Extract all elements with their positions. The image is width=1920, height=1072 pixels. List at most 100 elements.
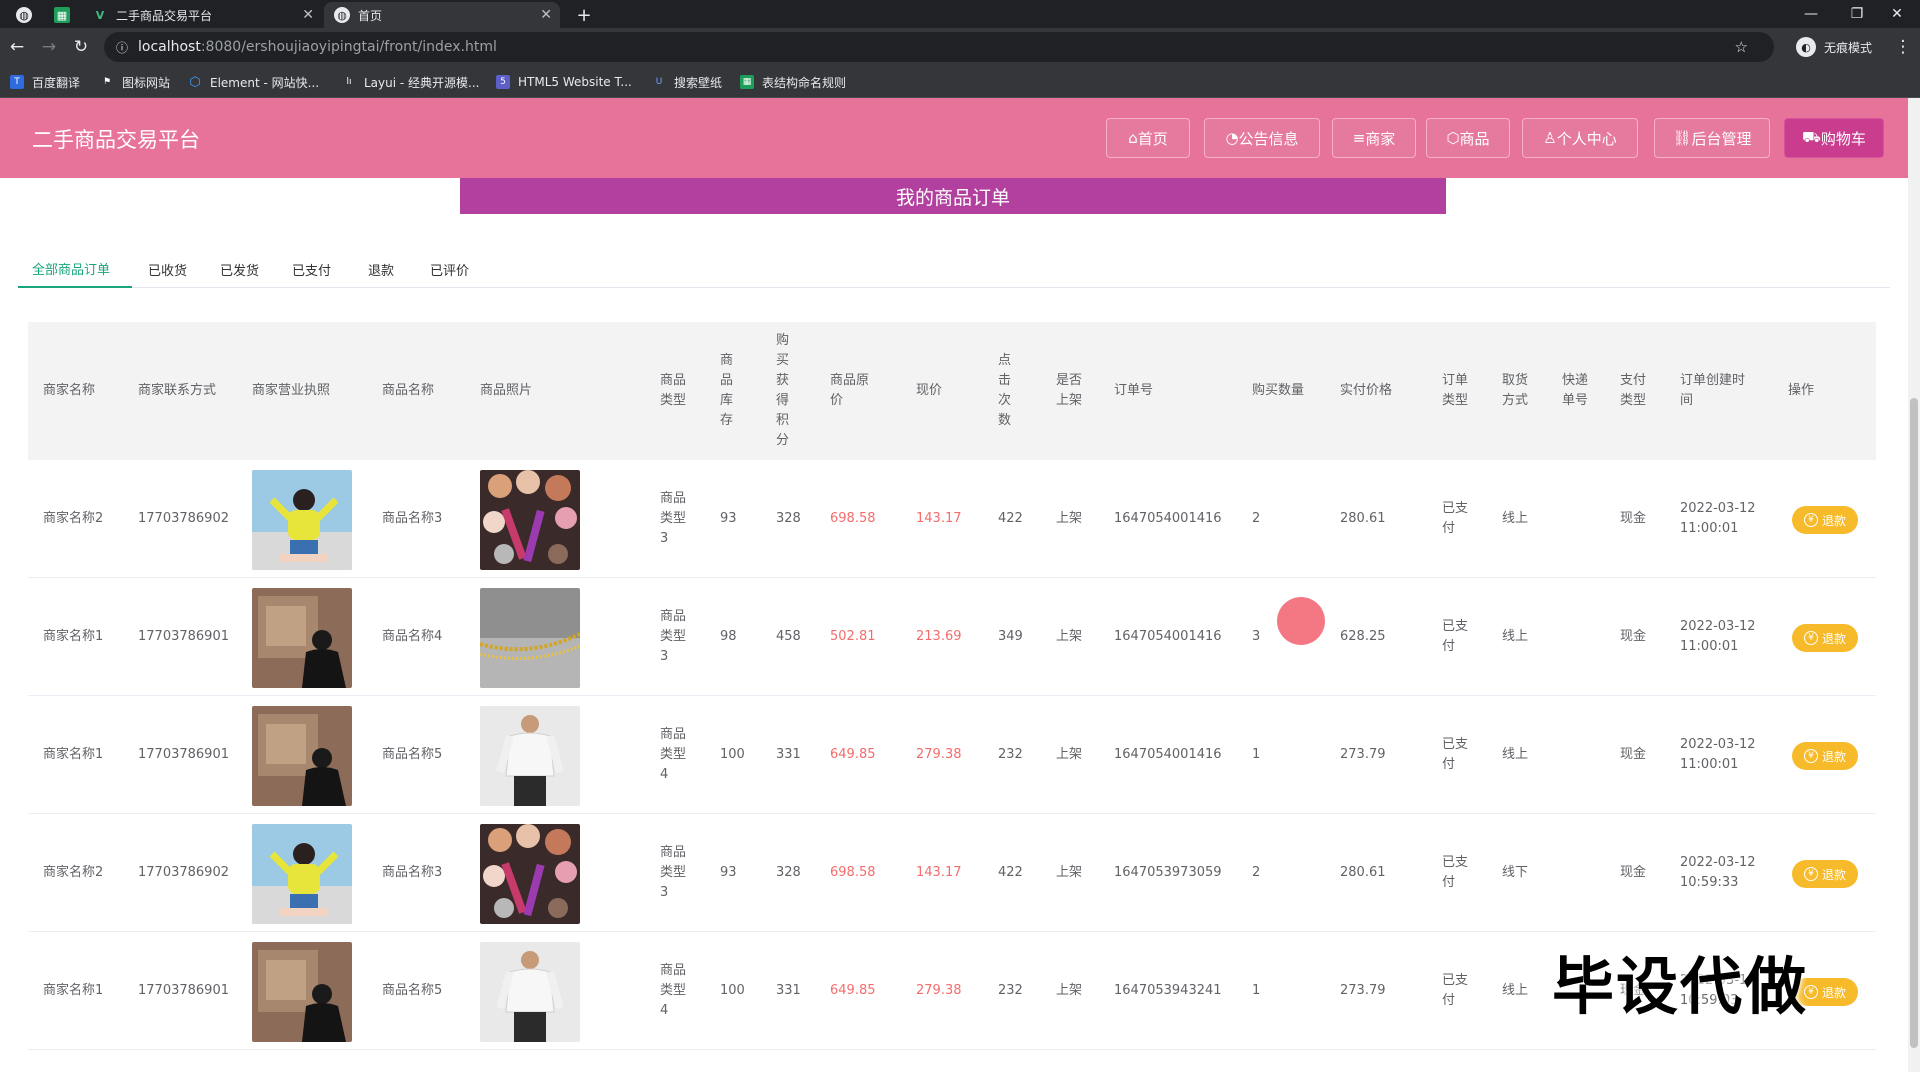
yen-icon: ¥ (1803, 513, 1818, 527)
cell-clicks: 232 (998, 747, 1023, 762)
bookmark-item[interactable]: lı Layui - 经典开源模... (342, 73, 479, 91)
tab-reviewed[interactable]: 已评价 (430, 250, 469, 288)
man-photo[interactable] (252, 706, 352, 806)
bookmark-item[interactable]: U 搜索壁纸 (652, 73, 722, 91)
shirt-photo[interactable] (480, 706, 580, 806)
bookmark-item[interactable]: ⚑ 图标网站 (100, 73, 170, 91)
nav-home[interactable]: ⌂ 首页 (1106, 118, 1190, 158)
man-photo[interactable] (252, 588, 352, 688)
cell-express-no (1562, 696, 1602, 814)
makeup-photo[interactable] (480, 824, 580, 924)
order-tabs: 全部商品订单 已收货 已发货 已支付 退款 已评价 (18, 250, 1890, 288)
tab-all-orders[interactable]: 全部商品订单 (18, 250, 132, 288)
incognito-indicator[interactable]: ◐ 无痕模式 (1796, 34, 1872, 60)
back-button[interactable]: ← (4, 34, 30, 60)
globe-icon: ◍ (334, 7, 350, 23)
cell-quantity: 2 (1252, 865, 1261, 880)
forward-button[interactable]: → (36, 34, 62, 60)
arrow-right-icon: → (41, 37, 57, 57)
browser-toolbar: ← → ↻ ⓘ localhost :8080/ershoujiaoyiping… (0, 28, 1920, 66)
page-scrollbar[interactable] (1908, 98, 1920, 1072)
cell-on-sale: 上架 (1056, 511, 1083, 526)
nav-shops[interactable]: ≡ 商家 (1332, 118, 1416, 158)
browser-tab-title: 二手商品交易平台 (116, 8, 213, 23)
arrow-left-icon: ← (9, 37, 25, 57)
yen-icon: ¥ (1803, 867, 1818, 881)
bookmark-item[interactable]: 5 HTML5 Website T... (496, 73, 632, 91)
woman-photo[interactable] (252, 470, 352, 570)
minimize-button[interactable]: — (1788, 0, 1834, 28)
new-tab-button[interactable]: + (572, 2, 596, 28)
close-icon[interactable]: ✕ (302, 7, 314, 23)
browser-tab-pinned-1[interactable]: ◍ (6, 2, 42, 28)
col-shop-license: 商家营业执照 (252, 383, 331, 398)
shirt-photo[interactable] (480, 942, 580, 1042)
nav-goods[interactable]: ⬡ 商品 (1426, 118, 1510, 158)
cell-order-type: 已支付 (1442, 855, 1469, 890)
refund-button[interactable]: ¥ 退款 (1792, 506, 1858, 534)
man-photo[interactable] (252, 942, 352, 1042)
bookmark-label: 图标网站 (122, 75, 171, 90)
browser-tab-platform[interactable]: V 二手商品交易平台 ✕ (82, 2, 322, 28)
cell-shop-name: 商家名称2 (43, 865, 104, 880)
browser-menu-button[interactable]: ⋮ (1890, 34, 1916, 60)
col-stock: 商品库存 (720, 353, 734, 428)
table-header: 商家名称 商家联系方式 商家营业执照 商品名称 商品照片 商品类型 商品库存 购… (28, 322, 1876, 460)
browser-tab-home[interactable]: ◍ 首页 ✕ (324, 2, 560, 28)
close-icon: ✕ (1891, 6, 1903, 22)
col-goods-name: 商品名称 (382, 383, 435, 398)
refund-label: 退款 (1821, 749, 1846, 764)
cart-icon: ⛟ (1802, 128, 1821, 146)
cell-pay-type: 现金 (1620, 865, 1647, 880)
woman-photo[interactable] (252, 824, 352, 924)
close-window-button[interactable]: ✕ (1874, 0, 1920, 28)
cell-created: 2022-03-12 11:00:01 (1680, 619, 1756, 654)
tab-refund[interactable]: 退款 (368, 250, 394, 288)
link-icon: ⛓ (1672, 129, 1692, 147)
cell-clicks: 422 (998, 511, 1023, 526)
info-icon[interactable]: ⓘ (116, 39, 128, 56)
col-action: 操作 (1788, 383, 1815, 398)
cell-order-no: 1647054001416 (1114, 629, 1222, 644)
browser-tab-strip: ◍ ▦ V 二手商品交易平台 ✕ ◍ 首页 ✕ + — ❐ ✕ (0, 0, 1920, 28)
refund-button[interactable]: ¥ 退款 (1792, 624, 1858, 652)
cell-current-price: 213.69 (916, 629, 962, 644)
refund-button[interactable]: ¥ 退款 (1792, 860, 1858, 888)
cell-shop-name: 商家名称2 (43, 511, 104, 526)
cell-on-sale: 上架 (1056, 629, 1083, 644)
bookmark-item[interactable]: ▦ 表结构命名规则 (740, 73, 846, 91)
nav-user-center[interactable]: ♙ 个人中心 (1522, 118, 1638, 158)
refund-button[interactable]: ¥ 退款 (1792, 742, 1858, 770)
tab-shipped[interactable]: 已发货 (220, 250, 259, 288)
tab-paid[interactable]: 已支付 (292, 250, 331, 288)
cell-clicks: 349 (998, 629, 1023, 644)
nav-label: 商品 (1459, 129, 1490, 148)
cell-created: 2022-03-12 11:00:01 (1680, 737, 1756, 772)
nav-admin[interactable]: ⛓ 后台管理 (1654, 118, 1770, 158)
star-icon[interactable]: ☆ (1735, 38, 1748, 56)
makeup-photo[interactable] (480, 470, 580, 570)
cell-original-price: 649.85 (830, 747, 876, 762)
cell-current-price: 143.17 (916, 511, 962, 526)
close-icon[interactable]: ✕ (540, 7, 552, 23)
cell-order-type: 已支付 (1442, 619, 1469, 654)
bookmark-label: Element - 网站快... (210, 75, 320, 90)
nav-notice[interactable]: ◔ 公告信息 (1204, 118, 1320, 158)
cell-order-type: 已支付 (1442, 737, 1469, 772)
cell-paid-price: 280.61 (1340, 511, 1386, 526)
bookmark-item[interactable]: ⬡ Element - 网站快... (188, 73, 319, 91)
cell-clicks: 422 (998, 865, 1023, 880)
necklace-photo[interactable] (480, 588, 580, 688)
tab-received[interactable]: 已收货 (148, 250, 187, 288)
browser-tab-pinned-2[interactable]: ▦ (44, 2, 80, 28)
nav-cart[interactable]: ⛟ 购物车 (1784, 118, 1884, 158)
reload-button[interactable]: ↻ (68, 34, 94, 60)
bookmark-item[interactable]: T 百度翻译 (10, 73, 80, 91)
cell-current-price: 279.38 (916, 747, 962, 762)
cell-order-no: 1647054001416 (1114, 747, 1222, 762)
address-bar[interactable]: ⓘ localhost :8080/ershoujiaoyipingtai/fr… (104, 32, 1774, 62)
cell-goods-name: 商品名称3 (382, 511, 443, 526)
scrollbar-thumb[interactable] (1910, 398, 1918, 1048)
nav-label: 个人中心 (1556, 129, 1617, 148)
cell-pickup: 线上 (1502, 511, 1529, 526)
